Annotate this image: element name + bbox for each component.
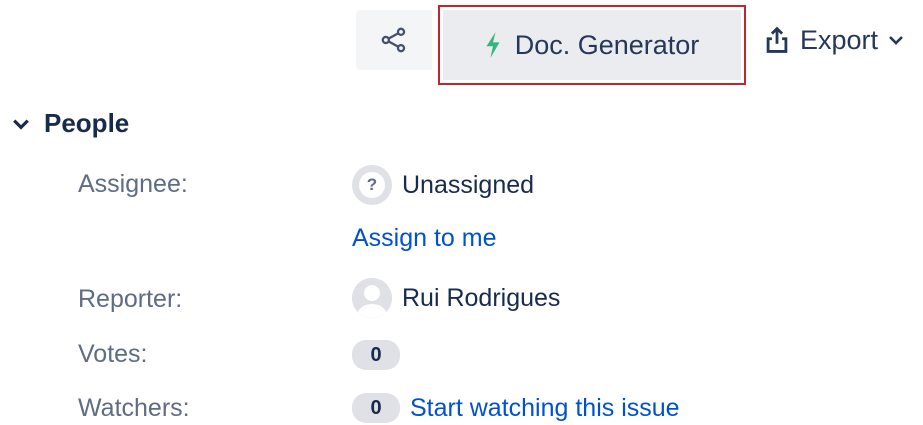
toolbar: Doc. Generator Export	[356, 5, 923, 85]
chevron-down-icon	[13, 119, 29, 130]
watchers-count-badge[interactable]: 0	[352, 393, 400, 423]
share-icon	[381, 27, 406, 53]
export-label: Export	[800, 24, 879, 55]
assign-to-me-link[interactable]: Assign to me	[352, 224, 497, 253]
user-avatar-icon	[352, 278, 392, 318]
share-button[interactable]	[356, 10, 432, 70]
lightning-bolt-icon	[486, 32, 500, 58]
avatar	[352, 278, 392, 318]
export-button[interactable]: Export	[746, 10, 923, 70]
watchers-value: 0 Start watching this issue	[352, 393, 680, 423]
votes-label: Votes:	[78, 340, 148, 368]
votes-count-badge[interactable]: 0	[352, 340, 400, 370]
chevron-down-icon	[889, 36, 903, 45]
question-mark-icon: ?	[359, 172, 385, 198]
people-section-toggle[interactable]: People	[12, 108, 129, 139]
watchers-label: Watchers:	[78, 394, 190, 422]
doc-generator-button[interactable]: Doc. Generator	[443, 10, 741, 80]
doc-generator-label: Doc. Generator	[514, 29, 700, 60]
export-upload-icon	[766, 26, 788, 53]
section-title: People	[44, 108, 130, 138]
reporter-name[interactable]: Rui Rodrigues	[402, 284, 560, 313]
assignee-value: ? Unassigned	[352, 165, 534, 205]
assignee-name: Unassigned	[402, 170, 535, 199]
assignee-label: Assignee:	[78, 170, 188, 198]
votes-value: 0	[352, 340, 400, 370]
reporter-label: Reporter:	[78, 285, 183, 313]
doc-generator-highlight: Doc. Generator	[438, 5, 746, 85]
issue-detail-panel: Doc. Generator Export People Assignee: ?…	[0, 0, 923, 425]
unassigned-avatar: ?	[352, 165, 392, 205]
reporter-value: Rui Rodrigues	[352, 278, 560, 318]
start-watching-link[interactable]: Start watching this issue	[410, 394, 680, 423]
